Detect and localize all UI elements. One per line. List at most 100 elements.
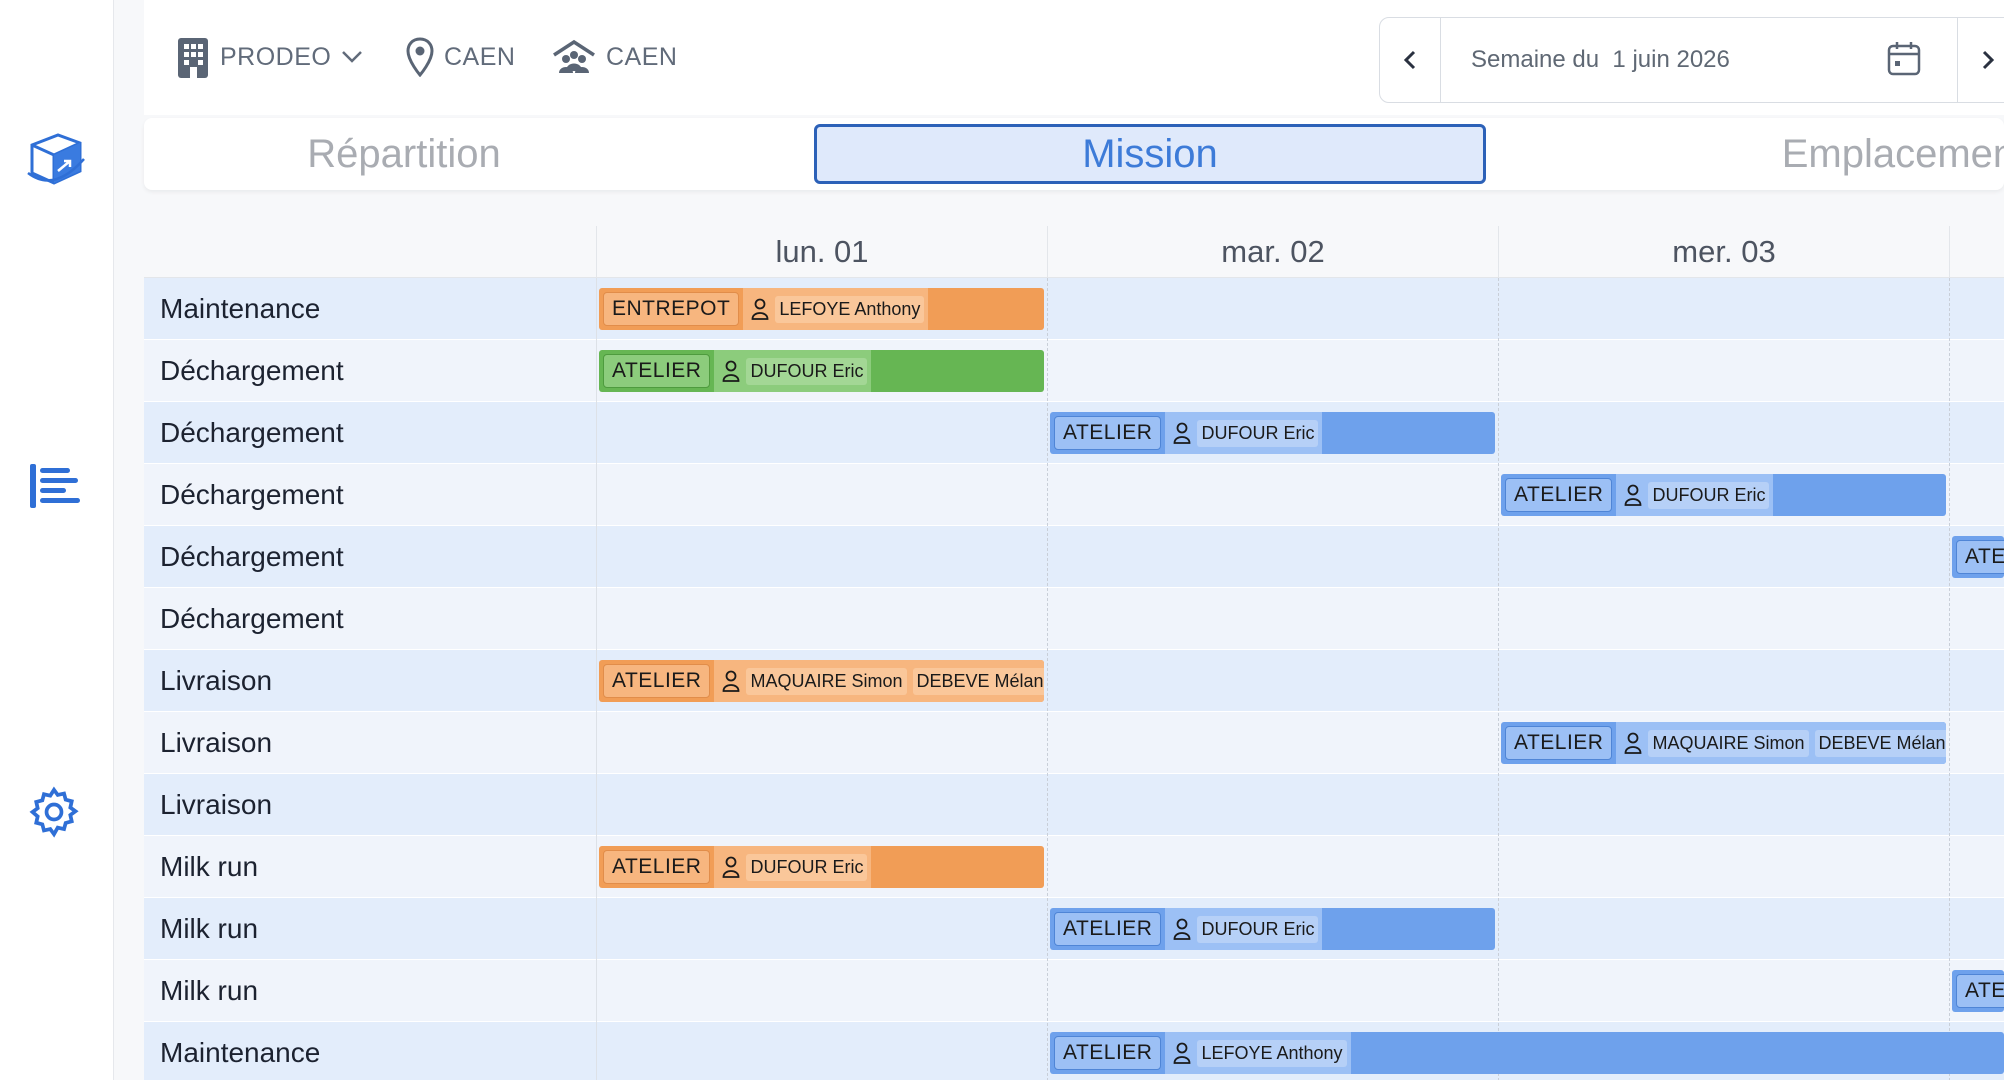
mission-location-tag: ATELIER	[1054, 416, 1162, 450]
tab-repartition[interactable]: Répartition	[144, 124, 664, 184]
mission-location-tag: ATELIER	[1054, 1036, 1162, 1070]
mission-bar[interactable]: ATELIER DUFOUR Eric	[599, 350, 1044, 392]
mission-location-tag: ATELIER	[603, 850, 711, 884]
row-label: Livraison	[160, 665, 273, 696]
person-icon	[1174, 918, 1191, 940]
mission-bar[interactable]: ATELIER MAQUAIRE Simon DEBEVE Mélani	[1501, 722, 1946, 764]
person-name: DUFOUR Eric	[1197, 915, 1319, 943]
location-filter[interactable]: CAEN	[406, 30, 515, 84]
mission-location-tag: ATELIER	[1505, 726, 1613, 760]
mission-location-tag: ATEL	[1956, 974, 2004, 1008]
location-filter-label: CAEN	[444, 42, 516, 71]
person-name: DUFOUR Eric	[746, 357, 868, 385]
row-1: Déchargement	[144, 340, 2004, 402]
person-icon	[1174, 422, 1191, 444]
map-pin-icon	[406, 37, 434, 77]
person-icon	[1625, 484, 1642, 506]
site-filter-label: CAEN	[606, 42, 678, 71]
assigned-people: LEFOYE Anthony	[743, 288, 929, 330]
mission-location-tag: ATELIER	[1505, 478, 1613, 512]
row-label: Milk run	[160, 851, 259, 882]
person-name: MAQUAIRE Simon	[1648, 729, 1809, 757]
site-filter[interactable]: CAEN	[552, 30, 677, 84]
person-name: DEBEVE Mélani	[1814, 729, 1946, 757]
topbar: PRODEO CAEN CAEN Semaine du 1 juin 2026	[144, 0, 2004, 115]
sidebar-planning-icon[interactable]	[18, 124, 90, 196]
person-name: DUFOUR Eric	[746, 853, 868, 881]
row-label: Déchargement	[160, 479, 344, 510]
company-filter[interactable]: PRODEO	[176, 30, 363, 84]
previous-week-button[interactable]	[1380, 18, 1440, 102]
next-week-button[interactable]	[1958, 18, 2004, 102]
company-filter-label: PRODEO	[220, 42, 332, 71]
row-label: Maintenance	[160, 1037, 321, 1068]
assigned-people: MAQUAIRE Simon DEBEVE Mélani	[1616, 722, 1946, 764]
sidebar	[0, 0, 114, 1080]
assigned-people: MAQUAIRE Simon DEBEVE Mélani	[714, 660, 1044, 702]
calendar-icon[interactable]	[1887, 40, 1921, 83]
mission-bar[interactable]: ATELIER DUFOUR Eric	[1050, 908, 1495, 950]
assigned-people: DUFOUR Eric	[1165, 908, 1323, 950]
person-name: DUFOUR Eric	[1197, 419, 1319, 447]
mission-location-tag: ATELIER	[1054, 912, 1162, 946]
mission-location-tag: ATELIER	[603, 664, 711, 698]
week-label: Semaine du 1 juin 2026	[1471, 46, 1730, 73]
row-11: Milk run	[144, 960, 2004, 1022]
person-name: DEBEVE Mélani	[912, 667, 1044, 695]
mission-bar[interactable]: ATELIER MAQUAIRE Simon DEBEVE Mélani	[599, 660, 1044, 702]
column-divider	[1949, 278, 1950, 1080]
row-label: Livraison	[160, 727, 273, 758]
mission-location-tag: ATELIER	[603, 354, 711, 388]
grid-header: lun. 01 mar. 02 mer. 03	[144, 226, 2004, 278]
assigned-people: DUFOUR Eric	[1165, 412, 1323, 454]
row-label: Livraison	[160, 789, 273, 820]
assigned-people: DUFOUR Eric	[714, 846, 872, 888]
tab-emplacement[interactable]: Emplacement	[1644, 124, 2004, 184]
week-selector[interactable]: Semaine du 1 juin 2026	[1440, 18, 1958, 102]
mission-bar[interactable]: ATELIER LEFOYE Anthony	[1050, 1032, 2004, 1074]
column-divider	[596, 278, 597, 1080]
row-label: Déchargement	[160, 603, 344, 634]
mission-bar[interactable]: ENTREPOT LEFOYE Anthony	[599, 288, 1044, 330]
row-label: Milk run	[160, 975, 259, 1006]
row-5: Déchargement	[144, 588, 2004, 650]
mission-bar[interactable]: ATEL	[1952, 536, 2004, 578]
chevron-left-icon	[1403, 50, 1416, 70]
mission-bar[interactable]: ATELIER DUFOUR Eric	[599, 846, 1044, 888]
tab-mission[interactable]: Mission	[814, 124, 1486, 184]
warehouse-icon	[552, 39, 596, 75]
row-4: Déchargement	[144, 526, 2004, 588]
assigned-people: DUFOUR Eric	[714, 350, 872, 392]
chevron-right-icon	[1982, 50, 1995, 70]
mission-bar[interactable]: ATELIER DUFOUR Eric	[1050, 412, 1495, 454]
building-icon	[176, 36, 210, 78]
planning-grid: lun. 01 mar. 02 mer. 03 Maintenance Déch…	[144, 226, 2004, 1080]
row-label: Déchargement	[160, 355, 344, 386]
person-name: LEFOYE Anthony	[1197, 1039, 1347, 1067]
row-9: Milk run	[144, 836, 2004, 898]
assigned-people: LEFOYE Anthony	[1165, 1032, 1351, 1074]
main-content: PRODEO CAEN CAEN Semaine du 1 juin 2026 …	[114, 0, 2004, 1080]
row-label: Déchargement	[160, 417, 344, 448]
assigned-people: DUFOUR Eric	[1616, 474, 1774, 516]
person-icon	[751, 298, 769, 320]
person-icon	[723, 360, 740, 382]
mission-location-tag: ATEL	[1956, 540, 2004, 574]
day-header-next	[1949, 226, 2004, 278]
mission-bar[interactable]: ATEL	[1952, 970, 2004, 1012]
row-label: Déchargement	[160, 541, 344, 572]
person-icon	[1625, 732, 1642, 754]
chevron-down-icon	[341, 50, 363, 64]
mission-bar[interactable]: ATELIER DUFOUR Eric	[1501, 474, 1946, 516]
sidebar-list-icon[interactable]	[18, 450, 90, 522]
row-label: Milk run	[160, 913, 259, 944]
row-0: Maintenance	[144, 278, 2004, 340]
person-name: MAQUAIRE Simon	[746, 667, 907, 695]
day-header-mon: lun. 01	[596, 226, 1047, 278]
week-picker: Semaine du 1 juin 2026	[1379, 17, 2004, 103]
person-name: DUFOUR Eric	[1648, 481, 1770, 509]
mission-location-tag: ENTREPOT	[603, 292, 740, 326]
column-divider	[1498, 278, 1499, 1080]
person-icon	[723, 670, 740, 692]
sidebar-settings-icon[interactable]	[18, 776, 90, 848]
